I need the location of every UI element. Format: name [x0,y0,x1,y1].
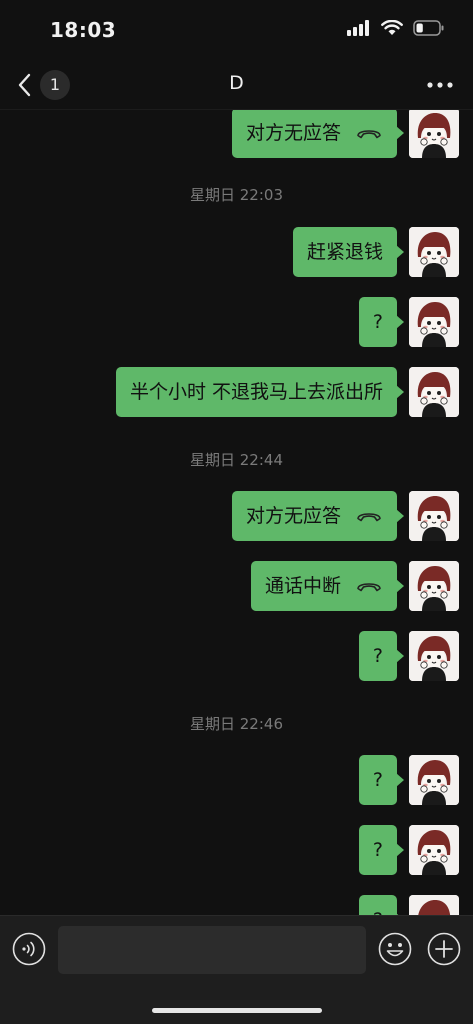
avatar[interactable] [409,895,459,915]
avatar[interactable] [409,631,459,681]
status-icons [347,20,445,36]
message-bubble[interactable]: 半个小时 不退我马上去派出所 [115,367,405,417]
message-text: ? [373,895,383,915]
avatar[interactable] [409,561,459,611]
message-text: ? [372,311,383,333]
battery-icon [413,20,444,36]
status-time: 18:03 [50,18,117,42]
avatar[interactable] [409,825,459,875]
message-row: 对方无应答 [231,491,459,541]
message-bubble[interactable]: ? [358,895,405,915]
message-row: 通话中断 [250,561,459,611]
message-bubble[interactable]: ? [358,297,405,347]
message-text: 赶紧退钱 [306,241,383,263]
message-text: ? [372,839,383,861]
voice-icon[interactable] [12,932,46,966]
message-text: 半个小时 不退我马上去派出所 [129,381,383,403]
timestamp: 星期日 22:44 [190,451,283,469]
message-row: ? [358,297,459,347]
message-bubble[interactable]: ? [358,631,405,681]
message-row: 赶紧退钱 [292,227,459,277]
avatar[interactable] [409,297,459,347]
message-row: ? [358,825,459,875]
message-bubble[interactable]: ? [358,825,405,875]
message-bubble[interactable]: ? [358,755,405,805]
message-text: ? [372,645,383,667]
more-icon[interactable] [425,72,455,98]
call-bubble[interactable]: 对方无应答 [231,110,405,158]
timestamp: 星期日 22:46 [190,715,283,733]
message-row: ? [358,895,459,915]
message-row: 半个小时 不退我马上去派出所 [115,367,459,417]
emoji-icon[interactable] [378,932,412,966]
message-text: 对方无应答 [245,122,341,144]
avatar[interactable] [409,110,459,158]
message-row: 对方无应答 [231,110,459,158]
chat-header: 1 D [0,60,473,110]
cellular-signal-icon [347,20,369,36]
plus-icon[interactable] [427,932,461,966]
hang-up-phone-icon [355,508,383,524]
call-bubble[interactable]: 通话中断 [250,561,405,611]
status-bar: 18:03 [0,0,473,60]
avatar[interactable] [409,227,459,277]
message-text: ? [372,769,383,791]
hang-up-phone-icon [355,125,383,141]
avatar[interactable] [409,491,459,541]
home-indicator[interactable] [152,1008,322,1013]
wifi-icon [381,20,403,35]
message-text: 对方无应答 [245,505,341,527]
hang-up-phone-icon [355,578,383,594]
message-text: 通话中断 [264,575,341,597]
chat-title: D [229,72,244,94]
avatar[interactable] [409,367,459,417]
call-bubble[interactable]: 对方无应答 [231,491,405,541]
message-list[interactable]: 对方无应答 星期日 22:03 赶紧退钱 ? 半个小时 不退我马上去派出所 星期… [0,110,473,915]
avatar[interactable] [409,755,459,805]
message-row: ? [358,631,459,681]
message-row: ? [358,755,459,805]
message-input[interactable] [58,926,366,974]
message-bubble[interactable]: 赶紧退钱 [292,227,405,277]
timestamp: 星期日 22:03 [190,186,283,204]
input-bar [0,915,473,1024]
